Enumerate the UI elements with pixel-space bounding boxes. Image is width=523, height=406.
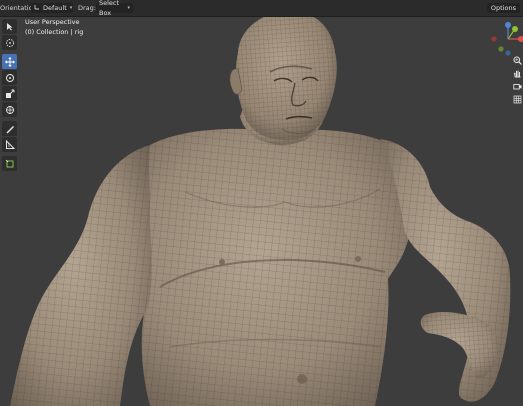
orientation-value: Default [43,4,67,12]
neg-x-axis-dot [491,36,497,42]
drag-dropdown[interactable]: Select Box ▾ [96,0,133,17]
add-cube-tool[interactable] [2,156,17,171]
annotate-icon [6,125,14,133]
zoom-icon [513,56,522,65]
hand-icon [513,70,521,78]
cursor-tool[interactable] [2,35,17,50]
add-cube-icon [5,159,13,167]
select-box-icon [7,23,13,31]
chevron-down-icon: ▾ [127,5,130,11]
scale-icon [5,89,14,98]
rotate-icon [5,73,14,82]
scale-tool[interactable] [2,86,17,101]
transform-icon [5,105,14,114]
viewport-scene [10,17,511,406]
drag-label: Drag: [78,4,96,12]
tool-shelf [2,19,17,172]
select-box-tool[interactable] [2,19,17,34]
chevron-down-icon: ▾ [69,5,73,11]
move-tool[interactable] [2,54,17,69]
measure-tool[interactable] [2,137,17,152]
measure-icon [5,139,15,149]
perspective-toggle-button[interactable] [512,94,523,105]
z-axis-dot [505,22,511,28]
y-axis-dot [512,26,518,32]
x-axis-dot [518,36,523,42]
3d-viewport[interactable]: User Perspective (0) Collection | rig [0,17,523,406]
neg-y-axis-dot [498,46,504,52]
orientation-icon [34,3,40,13]
navigation-icons [512,55,523,107]
options-button[interactable]: Options [486,3,520,13]
view-name: User Perspective [25,18,80,26]
zoom-button[interactable] [512,55,523,66]
neg-z-axis-dot [505,50,511,56]
grid-icon [513,95,522,104]
pan-button[interactable] [512,68,523,79]
viewport-info: User Perspective (0) Collection | rig [25,17,83,37]
annotate-tool[interactable] [2,121,17,136]
drag-value: Select Box [99,0,120,17]
camera-view-button[interactable] [512,81,523,92]
camera-icon [513,84,522,90]
collection-info: (0) Collection | rig [25,28,84,36]
rotate-tool[interactable] [2,70,17,85]
options-label: Options [490,4,516,12]
orientation-dropdown[interactable]: Default ▾ [31,3,73,13]
cursor-icon [5,38,14,47]
viewport-header: Orientation: Default ▾ Drag: Select Box … [0,0,523,17]
move-icon [4,56,15,67]
transform-tool[interactable] [2,102,17,117]
